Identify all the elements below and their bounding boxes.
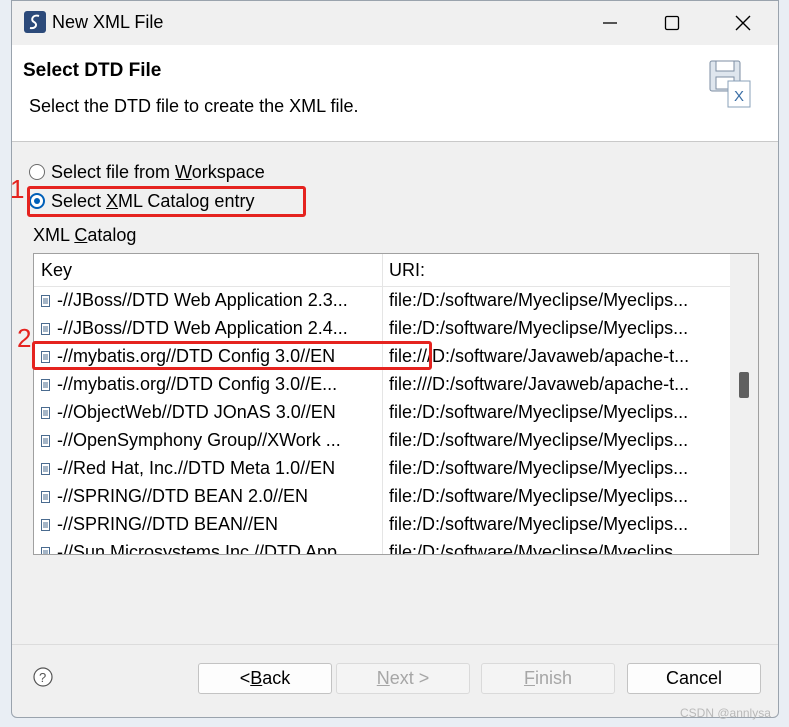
row-uri: file:/D:/software/Myeclipse/Myeclips... <box>389 514 689 534</box>
row-uri: file:/D:/software/Myeclipse/Myeclips... <box>389 486 689 506</box>
table-row[interactable]: -//OpenSymphony Group//XWork ... file:/D:… <box>34 427 730 455</box>
page-title: Select DTD File <box>23 60 162 81</box>
eclipse-app-icon <box>24 11 46 33</box>
annotation-box-2 <box>32 341 432 370</box>
row-uri: file:///D:/software/Javaweb/apache-t... <box>389 346 690 366</box>
row-key: -//Red Hat, Inc.//DTD Meta 1.0//EN <box>57 458 336 478</box>
dtd-file-icon <box>41 547 50 554</box>
row-uri: file:/D:/software/Myeclipse/Myeclips <box>389 542 674 555</box>
workspace-option-label: Select file from Workspace <box>51 161 265 182</box>
workspace-radio[interactable] <box>29 164 45 180</box>
row-key: -//JBoss//DTD Web Application 2.4... <box>57 318 348 338</box>
page-description: Select the DTD file to create the XML fi… <box>29 96 359 116</box>
table-row[interactable]: -//Red Hat, Inc.//DTD Meta 1.0//EN file:/… <box>34 455 730 483</box>
dtd-file-icon <box>41 491 50 503</box>
table-row[interactable]: -//JBoss//DTD Web Application 2.4... file… <box>34 315 730 343</box>
finish-button[interactable]: Finish <box>481 663 615 694</box>
row-key: -//ObjectWeb//DTD JOnAS 3.0//EN <box>57 402 336 422</box>
footer-separator <box>12 644 778 645</box>
table-row[interactable]: -//SPRING//DTD BEAN//EN file:/D:/software… <box>34 511 730 539</box>
dtd-file-icon <box>41 519 50 531</box>
dtd-file-icon <box>41 295 50 307</box>
column-header-key[interactable]: Key <box>41 260 72 281</box>
maximize-button[interactable] <box>652 9 692 37</box>
row-uri: file:/D:/software/Myeclipse/Myeclips... <box>389 402 689 422</box>
minimize-icon <box>603 22 617 24</box>
workspace-option[interactable]: Select file from Workspace <box>29 160 265 184</box>
xml-catalog-table[interactable]: Key URI: -//JBoss//DTD Web Application 2… <box>33 253 759 555</box>
dtd-file-icon <box>41 435 50 447</box>
annotation-box-1 <box>27 186 306 217</box>
window-title: New XML File <box>52 12 164 32</box>
xml-catalog-label: XML Catalog <box>33 225 137 245</box>
row-uri: file:/D:/software/Myeclipse/Myeclips... <box>389 430 689 450</box>
row-key: -//OpenSymphony Group//XWork ... <box>57 430 341 450</box>
row-uri: file:///D:/software/Javaweb/apache-t... <box>389 374 690 394</box>
close-icon <box>735 15 751 31</box>
next-button[interactable]: Next > <box>336 663 470 694</box>
close-button[interactable] <box>723 9 763 37</box>
dtd-file-icon <box>41 463 50 475</box>
column-header-uri[interactable]: URI: <box>389 260 425 281</box>
vertical-scrollbar[interactable] <box>730 254 758 554</box>
maximize-icon <box>664 15 680 31</box>
wizard-header: Select DTD File Select the DTD file to c… <box>12 45 778 142</box>
cancel-button[interactable]: Cancel <box>627 663 761 694</box>
help-icon[interactable]: ? <box>33 667 53 687</box>
annotation-number-1: 1 <box>10 174 25 204</box>
new-xml-file-dialog: New XML File Select DTD File Select the … <box>10 0 779 718</box>
table-row[interactable]: -//JBoss//DTD Web Application 2.3... file… <box>34 287 730 315</box>
row-key: -//JBoss//DTD Web Application 2.3... <box>57 290 348 310</box>
row-uri: file:/D:/software/Myeclipse/Myeclips... <box>389 458 689 478</box>
table-row[interactable]: -//SPRING//DTD BEAN 2.0//EN file:/D:/soft… <box>34 483 730 511</box>
svg-text:X: X <box>734 88 744 105</box>
row-key: -//SPRING//DTD BEAN 2.0//EN <box>57 486 309 506</box>
dtd-file-icon <box>41 407 50 419</box>
row-uri: file:/D:/software/Myeclipse/Myeclips... <box>389 318 689 338</box>
svg-text:?: ? <box>39 670 46 685</box>
scrollbar-thumb[interactable] <box>739 372 749 398</box>
xml-file-wizard-icon: X <box>709 60 751 108</box>
table-row[interactable]: -//Sun Microsystems Inc //DTD App file:/D… <box>34 539 730 555</box>
minimize-button[interactable] <box>590 9 630 37</box>
table-row[interactable]: -//ObjectWeb//DTD JOnAS 3.0//EN file:/D:/… <box>34 399 730 427</box>
row-key: -//SPRING//DTD BEAN//EN <box>57 514 279 534</box>
title-bar: New XML File <box>12 1 778 45</box>
back-button[interactable]: < Back <box>198 663 332 694</box>
annotation-number-2: 2 <box>17 323 32 353</box>
dtd-file-icon <box>41 323 50 335</box>
row-uri: file:/D:/software/Myeclipse/Myeclips... <box>389 290 689 310</box>
watermark: CSDN @annlysa <box>680 706 771 720</box>
row-key: -//Sun Microsystems Inc //DTD App <box>57 542 338 555</box>
row-key: -//mybatis.org//DTD Config 3.0//E... <box>57 374 338 394</box>
dtd-file-icon <box>41 379 50 391</box>
table-row[interactable]: -//mybatis.org//DTD Config 3.0//E... file… <box>34 371 730 399</box>
